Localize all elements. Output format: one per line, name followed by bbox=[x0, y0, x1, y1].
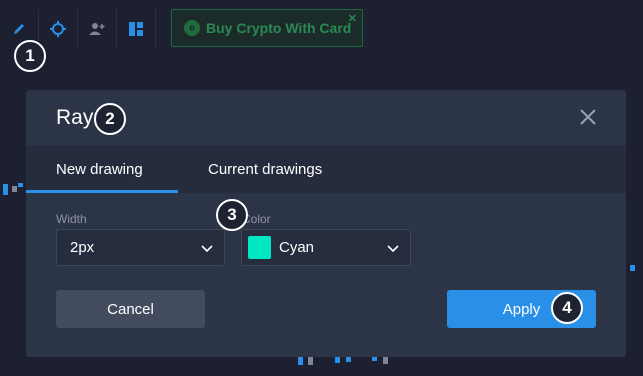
width-value: 2px bbox=[70, 239, 95, 256]
chart-candle bbox=[18, 183, 23, 187]
chart-candle bbox=[630, 265, 635, 271]
step-badge-2: 2 bbox=[94, 103, 126, 135]
close-icon[interactable] bbox=[578, 107, 598, 127]
color-select[interactable]: Cyan bbox=[241, 229, 411, 266]
tab-new-drawing[interactable]: New drawing bbox=[26, 145, 178, 193]
chevron-down-icon bbox=[201, 245, 213, 253]
color-swatch bbox=[248, 236, 271, 259]
coin-icon: e bbox=[184, 20, 200, 36]
dialog-title: Ray bbox=[56, 106, 94, 129]
layout-tool-button[interactable] bbox=[117, 10, 156, 48]
add-user-tool-button[interactable] bbox=[78, 10, 117, 48]
step-badge-1: 1 bbox=[14, 40, 46, 72]
layout-icon bbox=[129, 22, 143, 36]
chart-candle bbox=[335, 357, 340, 363]
chart-candle bbox=[308, 357, 313, 365]
color-value: Cyan bbox=[279, 239, 315, 256]
chart-candle bbox=[3, 184, 8, 195]
add-user-icon bbox=[89, 23, 105, 35]
step-badge-3: 3 bbox=[216, 199, 248, 231]
width-label: Width bbox=[56, 212, 87, 226]
crosshair-icon bbox=[50, 21, 66, 37]
chart-candle bbox=[346, 357, 351, 362]
chart-candle bbox=[383, 357, 388, 364]
tab-label: New drawing bbox=[56, 161, 143, 178]
close-icon[interactable]: ✕ bbox=[348, 12, 357, 25]
chart-candle bbox=[12, 186, 17, 192]
pencil-icon bbox=[14, 24, 24, 34]
width-select[interactable]: 2px bbox=[56, 229, 225, 266]
crosshair-tool-button[interactable] bbox=[39, 10, 78, 48]
tab-current-drawings[interactable]: Current drawings bbox=[208, 145, 322, 193]
chevron-down-icon bbox=[387, 245, 399, 253]
dialog-tabs: New drawing Current drawings bbox=[26, 145, 626, 193]
chart-candle bbox=[372, 357, 377, 361]
cancel-button[interactable]: Cancel bbox=[56, 290, 205, 328]
buy-crypto-label: Buy Crypto With Card bbox=[206, 20, 352, 36]
chart-candle bbox=[298, 357, 303, 365]
step-badge-4: 4 bbox=[551, 292, 583, 324]
buy-crypto-button[interactable]: e Buy Crypto With Card ✕ bbox=[171, 9, 363, 47]
tab-label: Current drawings bbox=[208, 161, 323, 178]
